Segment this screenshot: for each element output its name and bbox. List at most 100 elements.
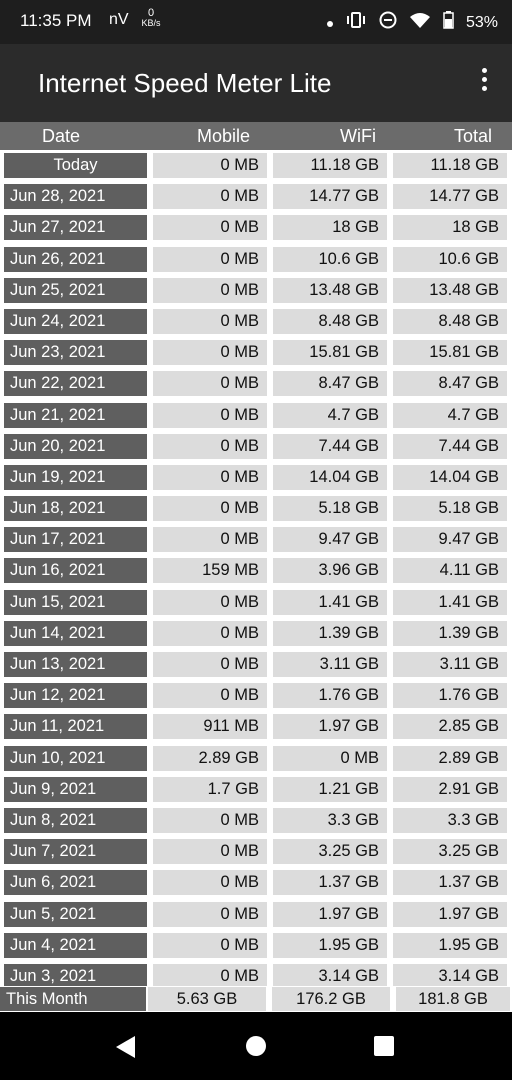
table-row[interactable]: Jun 8, 2021 0 MB 3.3 GB 3.3 GB — [0, 805, 512, 836]
table-row[interactable]: Jun 17, 2021 0 MB 9.47 GB 9.47 GB — [0, 524, 512, 555]
recents-icon[interactable] — [374, 1036, 394, 1056]
row-total: 15.81 GB — [393, 340, 507, 366]
row-wifi: 7.44 GB — [273, 433, 387, 459]
overflow-menu-icon[interactable] — [482, 68, 490, 95]
usage-list[interactable]: Today 0 MB 11.18 GB 11.18 GB Jun 28, 2021 0 M… — [0, 150, 512, 986]
table-row[interactable]: Jun 25, 2021 0 MB 13.48 GB 13.48 GB — [0, 275, 512, 306]
row-mobile: 0 MB — [153, 839, 267, 865]
row-date: Jun 17, 2021 — [4, 527, 147, 553]
row-mobile: 0 MB — [153, 527, 267, 553]
row-total: 2.89 GB — [393, 745, 507, 771]
row-date: Jun 26, 2021 — [4, 246, 147, 272]
app-title: Internet Speed Meter Lite — [38, 68, 332, 98]
table-row[interactable]: Jun 5, 2021 0 MB 1.97 GB 1.97 GB — [0, 899, 512, 930]
table-row[interactable]: Jun 21, 2021 0 MB 4.7 GB 4.7 GB — [0, 400, 512, 431]
row-wifi: 1.97 GB — [273, 714, 387, 740]
speed-indicator: 0 KB/s — [140, 8, 162, 28]
table-row[interactable]: Jun 27, 2021 0 MB 18 GB 18 GB — [0, 212, 512, 243]
row-total: 9.47 GB — [393, 527, 507, 553]
column-header: Date Mobile WiFi Total — [0, 122, 512, 150]
row-wifi: 1.76 GB — [273, 683, 387, 709]
table-row[interactable]: Jun 14, 2021 0 MB 1.39 GB 1.39 GB — [0, 618, 512, 649]
row-date: Jun 13, 2021 — [4, 652, 147, 677]
table-row[interactable]: Jun 23, 2021 0 MB 15.81 GB 15.81 GB — [0, 337, 512, 368]
row-wifi: 15.81 GB — [273, 340, 387, 366]
row-wifi: 11.18 GB — [273, 153, 387, 178]
row-wifi: 1.95 GB — [273, 932, 387, 958]
row-mobile: 0 MB — [153, 246, 267, 272]
row-total: 2.91 GB — [393, 776, 507, 802]
row-date: Jun 23, 2021 — [4, 340, 147, 366]
row-date: Jun 7, 2021 — [4, 839, 147, 865]
row-total: 1.37 GB — [393, 870, 507, 896]
row-date: Jun 21, 2021 — [4, 402, 147, 428]
summary-mobile: 5.63 GB — [148, 987, 266, 1011]
row-mobile: 0 MB — [153, 870, 267, 896]
row-total: 8.47 GB — [393, 371, 507, 397]
table-row[interactable]: Jun 26, 2021 0 MB 10.6 GB 10.6 GB — [0, 244, 512, 275]
table-row[interactable]: Today 0 MB 11.18 GB 11.18 GB — [0, 150, 512, 181]
row-date: Jun 18, 2021 — [4, 496, 147, 522]
table-row[interactable]: Jun 11, 2021 911 MB 1.97 GB 2.85 GB — [0, 711, 512, 742]
table-row[interactable]: Jun 9, 2021 1.7 GB 1.21 GB 2.91 GB — [0, 774, 512, 805]
row-date: Jun 12, 2021 — [4, 683, 147, 709]
row-date: Jun 27, 2021 — [4, 215, 147, 241]
row-mobile: 0 MB — [153, 433, 267, 459]
table-row[interactable]: Jun 13, 2021 0 MB 3.11 GB 3.11 GB — [0, 649, 512, 680]
table-row[interactable]: Jun 15, 2021 0 MB 1.41 GB 1.41 GB — [0, 587, 512, 618]
row-total: 18 GB — [393, 215, 507, 241]
row-mobile: 0 MB — [153, 464, 267, 490]
row-total: 5.18 GB — [393, 496, 507, 522]
row-total: 1.39 GB — [393, 620, 507, 646]
row-wifi: 1.97 GB — [273, 901, 387, 927]
row-mobile: 0 MB — [153, 496, 267, 522]
row-date: Jun 24, 2021 — [4, 308, 147, 334]
navigation-bar — [0, 1012, 512, 1080]
row-mobile: 0 MB — [153, 215, 267, 241]
row-wifi: 14.77 GB — [273, 184, 387, 210]
status-time: 11:35 PM — [20, 11, 92, 30]
table-row[interactable]: Jun 24, 2021 0 MB 8.48 GB 8.48 GB — [0, 306, 512, 337]
table-row[interactable]: Jun 20, 2021 0 MB 7.44 GB 7.44 GB — [0, 431, 512, 462]
home-icon[interactable] — [246, 1036, 266, 1056]
row-date: Jun 10, 2021 — [4, 745, 147, 771]
row-mobile: 0 MB — [153, 683, 267, 709]
row-mobile: 0 MB — [153, 589, 267, 615]
row-total: 8.48 GB — [393, 308, 507, 334]
table-row[interactable]: Jun 3, 2021 0 MB 3.14 GB 3.14 GB — [0, 961, 512, 986]
table-row[interactable]: Jun 16, 2021 159 MB 3.96 GB 4.11 GB — [0, 555, 512, 586]
table-row[interactable]: Jun 4, 2021 0 MB 1.95 GB 1.95 GB — [0, 930, 512, 961]
header-wifi: WiFi — [340, 126, 376, 146]
status-bar: 11:35 PM nV 0 KB/s 53% — [0, 0, 512, 44]
row-mobile: 159 MB — [153, 558, 267, 584]
dnd-icon — [379, 11, 397, 34]
row-date: Jun 4, 2021 — [4, 932, 147, 958]
row-date: Jun 3, 2021 — [4, 963, 147, 986]
row-total: 1.41 GB — [393, 589, 507, 615]
row-total: 1.76 GB — [393, 683, 507, 709]
table-row[interactable]: Jun 7, 2021 0 MB 3.25 GB 3.25 GB — [0, 836, 512, 867]
table-row[interactable]: Jun 18, 2021 0 MB 5.18 GB 5.18 GB — [0, 493, 512, 524]
row-total: 1.95 GB — [393, 932, 507, 958]
table-row[interactable]: Jun 22, 2021 0 MB 8.47 GB 8.47 GB — [0, 368, 512, 399]
app-bar: Internet Speed Meter Lite — [0, 44, 512, 122]
row-mobile: 0 MB — [153, 807, 267, 833]
back-icon[interactable] — [116, 1036, 135, 1058]
row-wifi: 5.18 GB — [273, 496, 387, 522]
row-wifi: 1.41 GB — [273, 589, 387, 615]
row-wifi: 0 MB — [273, 745, 387, 771]
row-date: Jun 20, 2021 — [4, 433, 147, 459]
table-row[interactable]: Jun 6, 2021 0 MB 1.37 GB 1.37 GB — [0, 867, 512, 898]
table-row[interactable]: Jun 19, 2021 0 MB 14.04 GB 14.04 GB — [0, 462, 512, 493]
row-date: Jun 25, 2021 — [4, 277, 147, 303]
table-row[interactable]: Jun 12, 2021 0 MB 1.76 GB 1.76 GB — [0, 680, 512, 711]
row-mobile: 0 MB — [153, 277, 267, 303]
row-date: Jun 6, 2021 — [4, 870, 147, 896]
row-wifi: 10.6 GB — [273, 246, 387, 272]
row-mobile: 0 MB — [153, 340, 267, 366]
vibrate-icon — [345, 12, 367, 33]
table-row[interactable]: Jun 28, 2021 0 MB 14.77 GB 14.77 GB — [0, 181, 512, 212]
table-row[interactable]: Jun 10, 2021 2.89 GB 0 MB 2.89 GB — [0, 743, 512, 774]
row-wifi: 1.37 GB — [273, 870, 387, 896]
row-wifi: 9.47 GB — [273, 527, 387, 553]
